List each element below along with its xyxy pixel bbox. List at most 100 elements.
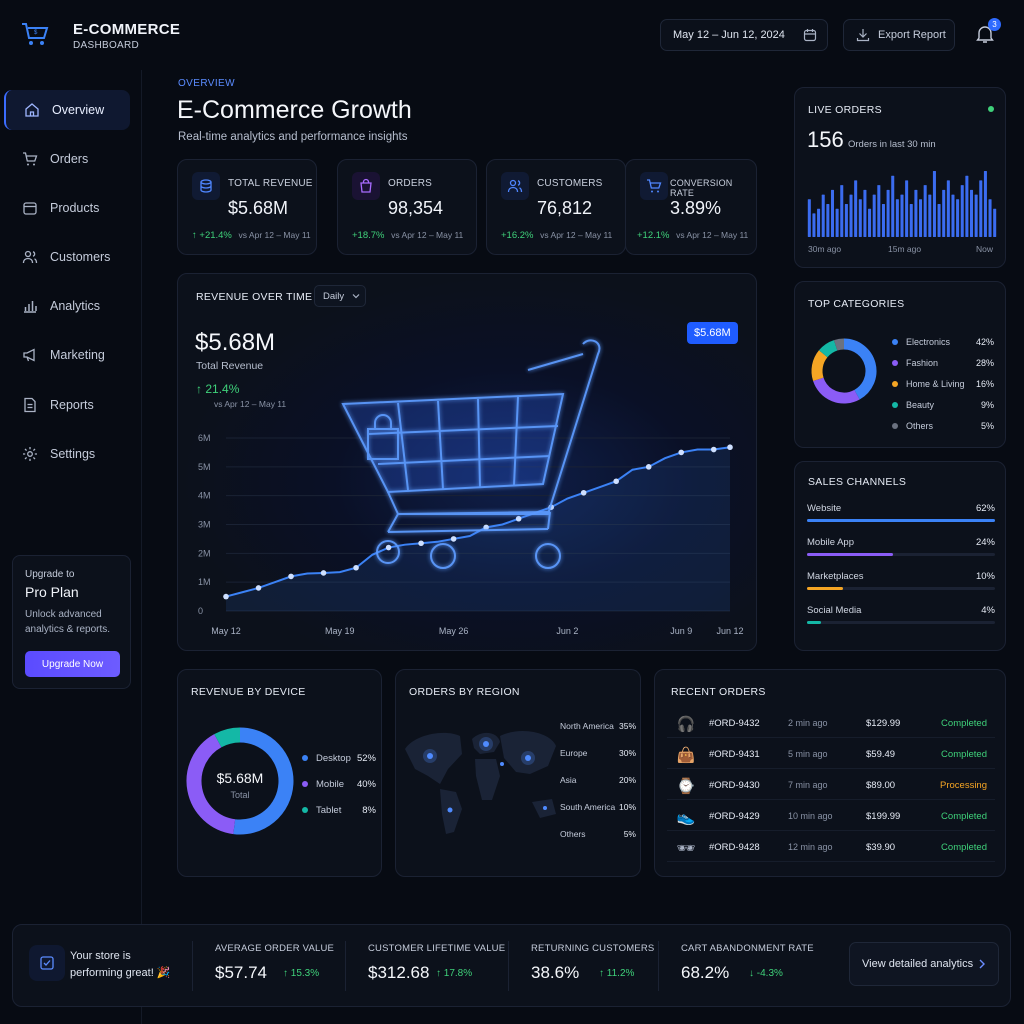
live-order-bar [969, 189, 974, 237]
region-title: ORDERS BY REGION [409, 686, 520, 698]
region-value: 35% [618, 721, 636, 731]
channel-label: Social Media [807, 605, 862, 616]
footer-stat-change: ↓ -4.3% [749, 968, 783, 979]
sidebar-item-customers[interactable]: Customers [4, 237, 130, 277]
sidebar-item-settings[interactable]: Settings [4, 434, 130, 474]
gear-icon [22, 446, 38, 462]
channel-bar-track [807, 553, 995, 556]
calendar-icon [803, 28, 817, 42]
kpi-card-customers: CUSTOMERS 76,812 +16.2% vs Apr 12 – May … [486, 159, 626, 255]
kpi-value: 98,354 [388, 198, 444, 218]
table-row[interactable]: 👟 #ORD-9429 10 min ago $199.99 Completed [667, 803, 995, 831]
top-categories-title: TOP CATEGORIES [808, 298, 905, 310]
live-order-bar [951, 194, 955, 237]
page-title: E-Commerce Growth [177, 96, 412, 124]
live-order-bar [821, 194, 825, 237]
kpi-period: vs Apr 12 – May 11 [540, 230, 613, 240]
sidebar-item-orders[interactable]: Orders [4, 139, 130, 179]
kpi-card-orders: ORDERS 98,354 +18.7% vs Apr 12 – May 11 [337, 159, 477, 255]
region-name: Asia [560, 775, 577, 785]
live-order-bar [909, 204, 913, 237]
live-order-bar [812, 213, 816, 237]
notification-badge: 3 [988, 18, 1001, 31]
live-order-bar [826, 204, 830, 237]
live-orders-bar-chart [807, 171, 997, 237]
order-amount: $129.99 [866, 718, 901, 729]
order-id: #ORD-9432 [709, 718, 760, 729]
order-amount: $59.49 [866, 749, 896, 760]
x-tick-label: May 26 [439, 626, 469, 636]
revenue-over-time-card: REVENUE OVER TIME Daily $5.68M Total Rev… [177, 273, 757, 651]
live-order-bar [877, 185, 881, 237]
footer-stat-value: 68.2% [681, 963, 730, 982]
view-detailed-analytics-button[interactable]: View detailed analytics [849, 942, 999, 986]
legend-swatch [302, 807, 308, 813]
channel-value: 62% [975, 503, 995, 514]
footer-divider [508, 941, 509, 991]
kpi-period: vs Apr 12 – May 11 [676, 230, 749, 240]
live-x-label: Now [976, 244, 994, 254]
live-order-bar [868, 208, 872, 237]
table-row[interactable]: 👜 #ORD-9431 5 min ago $59.49 Completed [667, 741, 995, 769]
legend-label: Home & Living [906, 379, 965, 389]
sidebar-item-label: Analytics [50, 299, 101, 313]
legend-value: 42% [975, 337, 994, 347]
table-row[interactable]: 🕶 #ORD-9428 12 min ago $39.90 Completed [667, 834, 995, 862]
channel-value: 4% [981, 605, 995, 616]
date-range-picker[interactable]: May 12 – Jun 12, 2024 [660, 19, 828, 51]
x-tick-label: Jun 12 [716, 626, 743, 636]
live-order-bar [854, 180, 858, 237]
sidebar-item-products[interactable]: Products [4, 188, 130, 228]
live-x-label: 15m ago [888, 244, 922, 254]
channel-bar-fill [807, 621, 822, 624]
channel-bar-track [807, 519, 995, 522]
y-tick-label: 5M [198, 462, 211, 472]
channel-bar-track [807, 621, 995, 624]
x-tick-label: Jun 9 [670, 626, 692, 636]
legend-label: Mobile [316, 778, 344, 790]
kpi-change-text: +21.4% [199, 230, 232, 241]
donut-slice [818, 340, 838, 358]
watch-icon: ⌚ [676, 778, 696, 795]
sidebar-item-reports[interactable]: Reports [4, 385, 130, 425]
live-order-bar [849, 194, 853, 237]
x-tick-label: May 12 [211, 626, 241, 636]
live-orders-count: 156 [807, 127, 844, 152]
sidebar-item-analytics[interactable]: Analytics [4, 286, 130, 326]
kpi-period: vs Apr 12 – May 11 [391, 230, 464, 240]
legend-swatch [892, 339, 898, 345]
live-order-bar [946, 180, 950, 237]
order-status: Completed [941, 811, 987, 822]
region-value: 5% [623, 829, 636, 839]
categories-donut-chart [811, 338, 877, 404]
shopping-bag-icon: 👜 [676, 747, 696, 764]
data-point [645, 464, 652, 470]
donut-slice [813, 377, 860, 404]
legend-value: 5% [980, 421, 994, 431]
live-order-bar [923, 185, 927, 237]
live-order-bar [817, 208, 821, 237]
live-order-bar [886, 189, 890, 237]
live-order-bar [840, 185, 844, 237]
channel-label: Mobile App [807, 537, 855, 548]
promo-line: Upgrade to [25, 569, 75, 580]
legend-value: 8% [362, 804, 376, 816]
live-order-bar [960, 185, 964, 237]
kpi-change-text: +16.2% [501, 230, 534, 241]
footer-stat-value: $57.74 [215, 963, 267, 982]
upgrade-now-button[interactable]: Upgrade Now [25, 651, 120, 677]
table-row[interactable]: 🎧 #ORD-9432 2 min ago $129.99 Completed [667, 710, 995, 738]
footer-stat-value: $312.68 [368, 963, 430, 982]
sidebar-item-marketing[interactable]: Marketing [4, 335, 130, 375]
donut-slice [811, 350, 828, 382]
legend-label: Desktop [316, 752, 351, 764]
export-report-button[interactable]: Export Report [843, 19, 955, 51]
sidebar-item-overview[interactable]: Overview [4, 90, 130, 130]
legend-item: Desktop 52% [302, 751, 376, 765]
live-x-label: 30m ago [808, 244, 842, 254]
notifications-button[interactable]: 3 [976, 18, 1001, 46]
live-order-bar [881, 204, 885, 237]
legend-swatch [892, 381, 898, 387]
table-row[interactable]: ⌚ #ORD-9430 7 min ago $89.00 Processing [667, 772, 995, 800]
sales-channels-title: SALES CHANNELS [808, 476, 907, 488]
